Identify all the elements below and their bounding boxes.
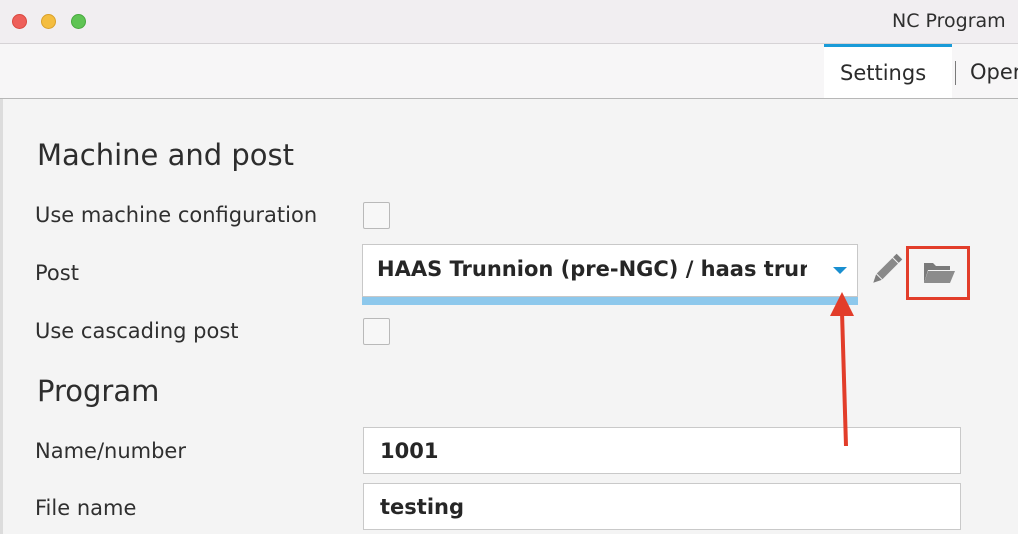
- use-machine-configuration-checkbox[interactable]: [363, 202, 390, 229]
- file-name-input[interactable]: [363, 483, 961, 530]
- edit-post-button[interactable]: [868, 250, 904, 290]
- window-title: NC Program: [892, 10, 1006, 32]
- tab-operations[interactable]: Operations: [952, 44, 1018, 98]
- program-heading: Program: [37, 374, 160, 408]
- name-number-label: Name/number: [35, 439, 186, 463]
- machine-and-post-heading: Machine and post: [37, 138, 295, 172]
- post-label: Post: [35, 261, 79, 285]
- minimize-window-button[interactable]: [41, 14, 56, 29]
- use-machine-configuration-label: Use machine configuration: [35, 203, 318, 227]
- use-cascading-post-checkbox[interactable]: [363, 318, 390, 345]
- title-bar: NC Program: [0, 0, 1018, 44]
- use-cascading-post-label: Use cascading post: [35, 319, 239, 343]
- tab-strip: Settings Operations: [0, 44, 1018, 99]
- pencil-icon: [873, 253, 903, 283]
- post-select-value: HAAS Trunnion (pre-NGC) / haas trunnion: [377, 257, 807, 281]
- maximize-window-button[interactable]: [71, 14, 86, 29]
- tab-settings[interactable]: Settings: [824, 44, 952, 98]
- chevron-down-icon[interactable]: [833, 267, 847, 274]
- post-select[interactable]: HAAS Trunnion (pre-NGC) / haas trunnion: [362, 244, 858, 297]
- folder-open-icon: [924, 263, 955, 283]
- nc-program-window: NC Program Settings Operations Machine a…: [0, 0, 1018, 534]
- name-number-input[interactable]: [363, 427, 961, 474]
- browse-post-button[interactable]: [906, 246, 970, 300]
- close-window-button[interactable]: [12, 14, 27, 29]
- file-name-label: File name: [35, 496, 137, 520]
- post-select-focus-underline: [362, 296, 858, 305]
